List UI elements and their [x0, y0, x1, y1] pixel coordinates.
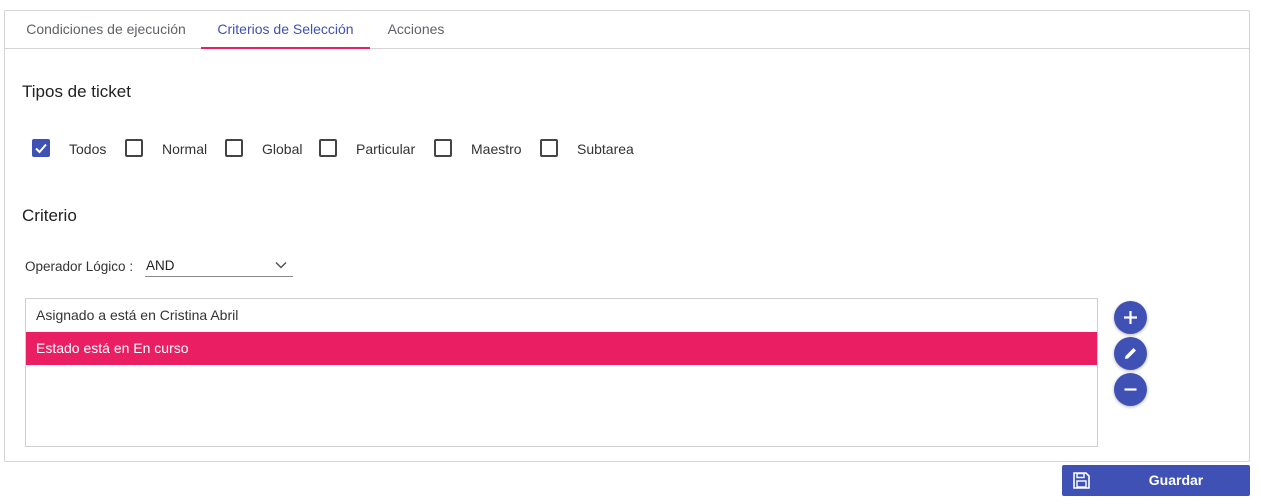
criteria-list[interactable]: Asignado a está en Cristina Abril Estado… — [25, 298, 1098, 447]
edit-icon — [1125, 348, 1136, 359]
checkbox-label-subtarea: Subtarea — [577, 141, 634, 157]
add-criterion-button[interactable] — [1114, 301, 1147, 334]
save-icon — [1073, 472, 1090, 489]
remove-icon — [1124, 388, 1137, 391]
logical-operator-label: Operador Lógico : — [25, 259, 134, 274]
criteria-list-item-selected[interactable]: Estado está en En curso — [26, 332, 1097, 365]
tab-criterios-seleccion[interactable]: Criterios de Selección — [201, 11, 370, 49]
checkbox-label-normal: Normal — [162, 141, 208, 157]
logical-operator-value: AND — [146, 258, 175, 273]
checkbox-label-todos: Todos — [69, 141, 107, 157]
chevron-down-icon — [275, 261, 287, 269]
rule-panel: Condiciones de ejecución Criterios de Se… — [4, 10, 1250, 462]
criteria-list-item[interactable]: Asignado a está en Cristina Abril — [26, 299, 1097, 332]
check-icon — [35, 143, 47, 154]
ticket-types-checkboxes: Todos Normal Global Particular Maestro S… — [5, 137, 1249, 161]
tab-bar: Condiciones de ejecución Criterios de Se… — [5, 11, 1249, 49]
logical-operator-select[interactable]: AND — [145, 256, 293, 277]
add-icon — [1124, 311, 1137, 324]
checkbox-maestro[interactable] — [434, 139, 452, 157]
checkbox-label-global: Global — [262, 141, 303, 157]
checkbox-particular[interactable] — [319, 139, 337, 157]
criteria-title: Criterio — [22, 206, 77, 225]
tab-condiciones-ejecucion[interactable]: Condiciones de ejecución — [17, 11, 195, 49]
checkbox-label-particular: Particular — [356, 141, 416, 157]
ticket-types-title: Tipos de ticket — [22, 82, 131, 101]
checkbox-normal[interactable] — [125, 139, 143, 157]
checkbox-todos[interactable] — [32, 139, 50, 157]
save-button-label: Guardar — [1148, 472, 1204, 488]
edit-criterion-button[interactable] — [1114, 337, 1147, 370]
remove-criterion-button[interactable] — [1114, 373, 1147, 406]
checkbox-global[interactable] — [225, 139, 243, 157]
save-button[interactable]: Guardar — [1062, 465, 1250, 496]
checkbox-label-maestro: Maestro — [471, 141, 522, 157]
tab-acciones[interactable]: Acciones — [377, 11, 455, 49]
checkbox-subtarea[interactable] — [540, 139, 558, 157]
